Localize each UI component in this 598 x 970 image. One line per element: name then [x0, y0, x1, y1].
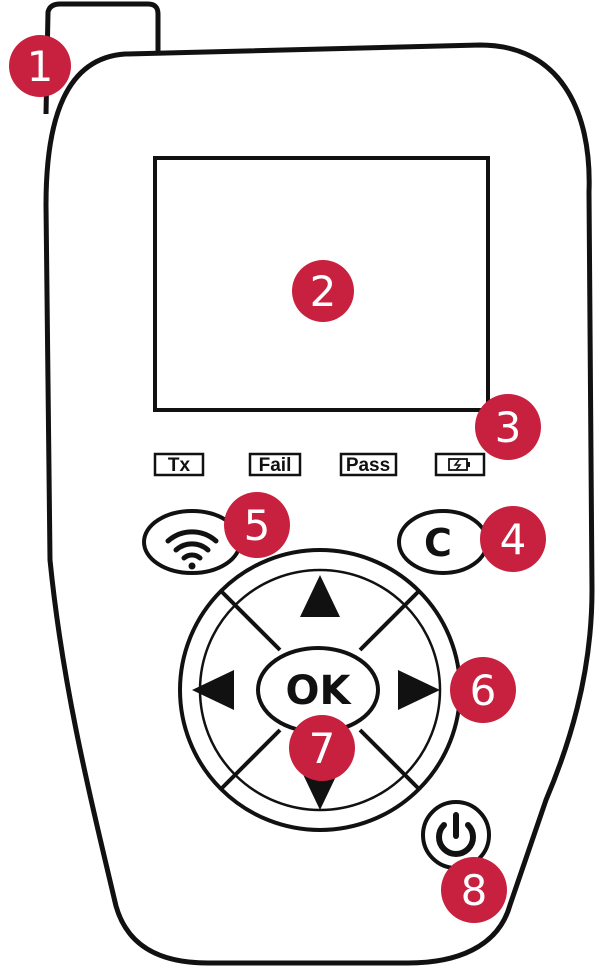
callout-3-number: 3	[495, 403, 522, 452]
callout-8-number: 8	[461, 866, 488, 915]
indicator-fail-label: Fail	[259, 455, 292, 476]
callout-5-number: 5	[244, 501, 271, 550]
callout-8: 8	[441, 857, 507, 923]
callout-1-number: 1	[27, 42, 54, 91]
clear-button[interactable]: C	[397, 509, 489, 575]
callout-7: 7	[289, 715, 355, 781]
indicator-fail: Fail	[248, 452, 302, 477]
callout-6: 6	[450, 657, 516, 723]
callout-4-number: 4	[500, 515, 527, 564]
callout-1: 1	[9, 35, 71, 97]
indicator-tx: Tx	[153, 452, 205, 477]
callout-7-number: 7	[309, 724, 336, 773]
indicator-pass-label: Pass	[346, 455, 390, 476]
callout-2: 2	[292, 260, 354, 322]
clear-button-label: C	[424, 521, 452, 565]
callout-2-number: 2	[310, 267, 337, 316]
callout-6-number: 6	[470, 666, 497, 715]
indicator-tx-label: Tx	[168, 455, 191, 476]
d-pad: OK	[178, 548, 462, 832]
battery-charging-icon	[434, 452, 486, 477]
callout-5: 5	[224, 492, 290, 558]
callout-4: 4	[480, 506, 546, 572]
callout-3: 3	[475, 394, 541, 460]
tpms-tool-diagram: Tx Fail Pass C OK 1 2 3 4 5 6 7 8	[9, 1, 595, 966]
ok-button-label: OK	[286, 668, 353, 714]
indicator-pass: Pass	[339, 452, 398, 477]
